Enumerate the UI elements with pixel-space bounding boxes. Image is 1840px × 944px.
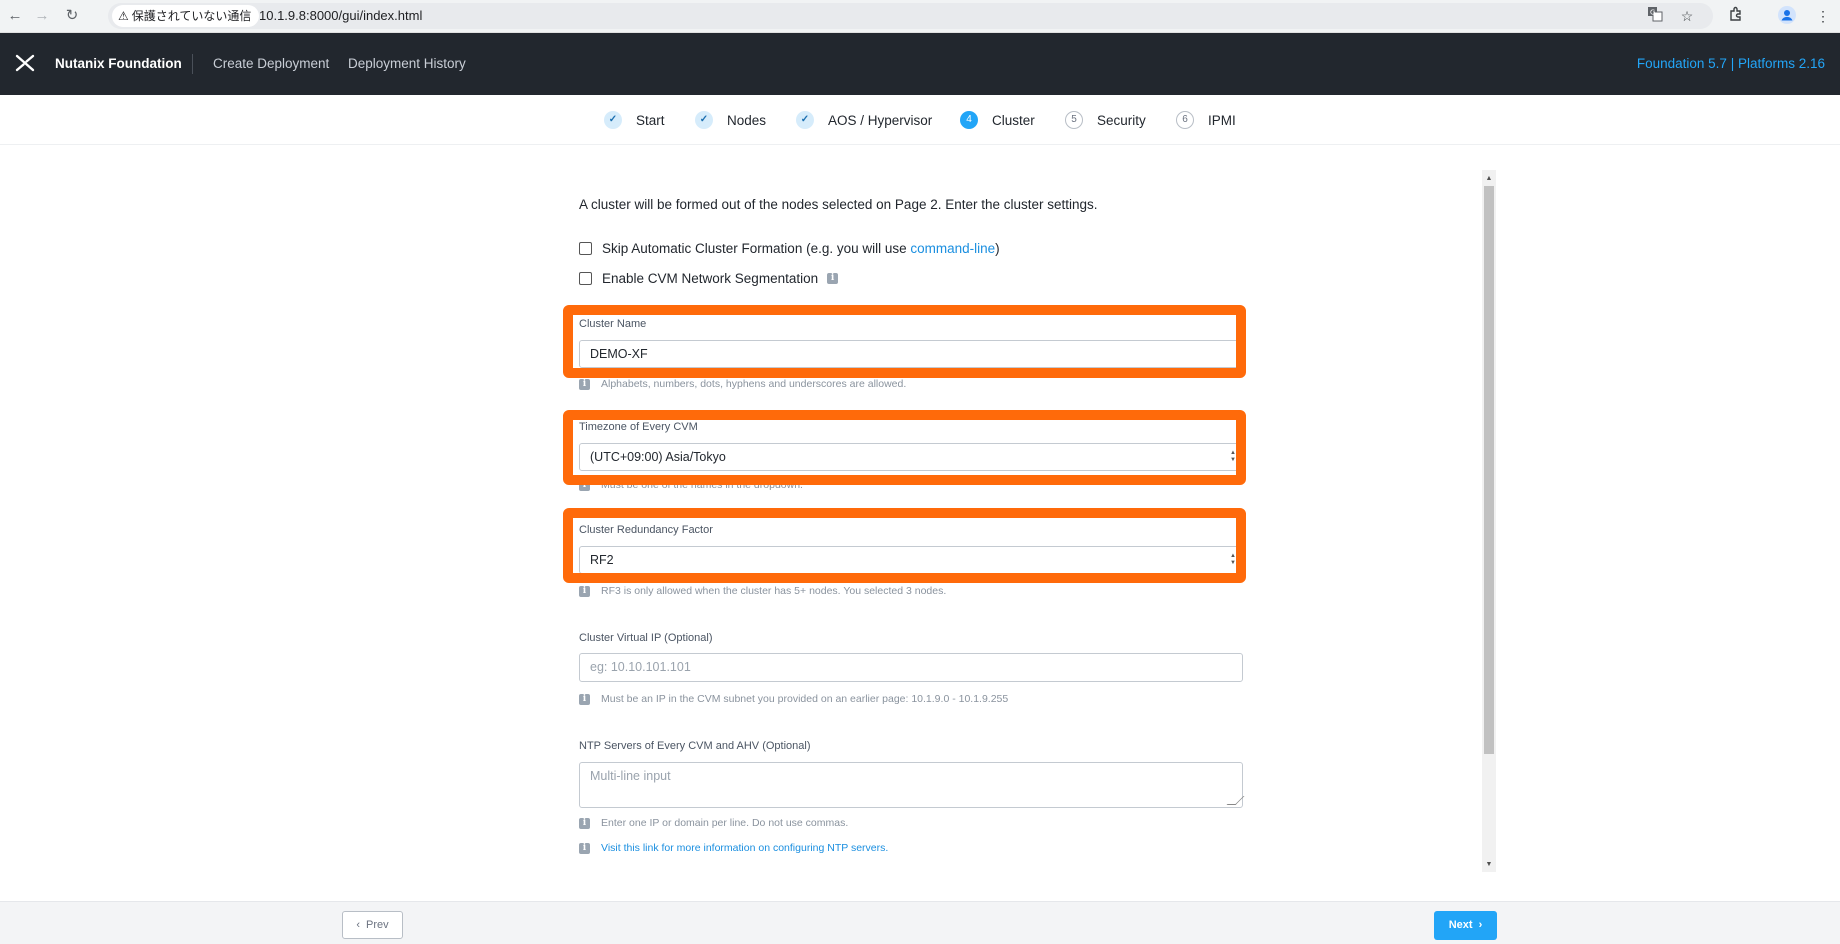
resize-grip-icon[interactable] — [1226, 796, 1245, 805]
warning-icon: ⚠ — [118, 9, 129, 23]
step-label: IPMI — [1208, 112, 1236, 128]
highlight-timezone — [563, 410, 1246, 485]
step-nodes[interactable]: ✓ Nodes — [695, 110, 766, 130]
back-icon[interactable]: ← — [5, 6, 25, 26]
step-aos-hypervisor[interactable]: ✓ AOS / Hypervisor — [796, 110, 932, 130]
step-label: Start — [636, 112, 665, 128]
step-start[interactable]: ✓ Start — [604, 110, 665, 130]
cluster-name-help: i Alphabets, numbers, dots, hyphens and u… — [579, 378, 906, 390]
cvm-segmentation-checkbox[interactable] — [579, 271, 592, 285]
security-indicator[interactable]: ⚠ 保護されていない通信 — [112, 5, 260, 27]
cvm-segmentation-label: Enable CVM Network Segmentation — [602, 270, 819, 286]
step-number: 6 — [1176, 111, 1194, 129]
chevron-right-icon: › — [1478, 919, 1483, 931]
step-check-icon: ✓ — [796, 111, 814, 129]
wizard-stepper: ✓ Start ✓ Nodes ✓ AOS / Hypervisor 4 Clu… — [0, 95, 1840, 145]
version-info: Foundation 5.7 | Platforms 2.16 — [1636, 56, 1825, 71]
skip-cluster-checkbox[interactable] — [579, 241, 592, 255]
browser-menu-icon[interactable]: ⋮ — [1813, 6, 1833, 26]
skip-cluster-label: Skip Automatic Cluster Formation (e.g. y… — [602, 240, 1000, 256]
extensions-icon[interactable] — [1726, 6, 1746, 26]
nutanix-logo-icon — [15, 54, 35, 72]
wizard-footer: ‹ Prev Next › — [0, 901, 1840, 944]
command-line-link[interactable]: command-line — [910, 241, 995, 256]
step-cluster[interactable]: 4 Cluster — [960, 110, 1035, 130]
redundancy-help: i RF3 is only allowed when the cluster ha… — [579, 585, 946, 597]
intro-text: A cluster will be formed out of the node… — [579, 197, 1098, 212]
scroll-down-icon[interactable]: ▼ — [1482, 858, 1496, 872]
reload-icon[interactable]: ↻ — [62, 6, 82, 26]
skip-cluster-row: Skip Automatic Cluster Formation (e.g. y… — [579, 239, 1000, 257]
virtual-ip-help: i Must be an IP in the CVM subnet you pro… — [579, 693, 1008, 705]
info-icon: i — [579, 842, 590, 854]
info-icon: i — [579, 693, 590, 705]
browser-toolbar: ← → ↻ ⚠ 保護されていない通信 10.1.9.8:8000/gui/inde… — [0, 0, 1840, 33]
ntp-info-link[interactable]: i Visit this link for more information on… — [579, 842, 888, 854]
info-icon: i — [579, 378, 590, 390]
virtual-ip-input[interactable]: eg: 10.10.101.101 — [579, 653, 1243, 682]
info-icon: i — [579, 817, 590, 829]
virtual-ip-label: Cluster Virtual IP (Optional) — [579, 632, 713, 644]
step-label: Nodes — [727, 112, 767, 128]
app-header: Nutanix Foundation Create Deployment Dep… — [0, 33, 1840, 95]
url-text: 10.1.9.8:8000/gui/index.html — [259, 8, 423, 23]
scrollbar-thumb[interactable] — [1484, 186, 1494, 754]
nav-deployment-history[interactable]: Deployment History — [348, 33, 466, 95]
ntp-textarea[interactable]: Multi-line input — [579, 762, 1245, 808]
translate-icon[interactable]: G — [1645, 6, 1665, 26]
step-security[interactable]: 5 Security — [1065, 110, 1146, 130]
ntp-label: NTP Servers of Every CVM and AHV (Option… — [579, 740, 811, 752]
profile-avatar-icon[interactable] — [1777, 6, 1797, 26]
info-icon[interactable]: i — [827, 272, 839, 284]
svg-text:G: G — [1650, 9, 1655, 17]
cvm-segmentation-row: Enable CVM Network Segmentation i — [579, 269, 839, 287]
address-bar[interactable]: ⚠ 保護されていない通信 10.1.9.8:8000/gui/index.html — [108, 3, 1713, 29]
ntp-help: i Enter one IP or domain per line. Do not… — [579, 817, 848, 829]
next-button[interactable]: Next › — [1434, 911, 1497, 940]
info-icon: i — [579, 585, 590, 597]
highlight-redundancy — [563, 508, 1246, 583]
step-number: 4 — [960, 111, 978, 129]
step-check-icon: ✓ — [604, 111, 622, 129]
step-number: 5 — [1065, 111, 1083, 129]
chevron-left-icon: ‹ — [356, 919, 361, 931]
scroll-up-icon[interactable]: ▲ — [1482, 172, 1496, 186]
bookmark-star-icon[interactable]: ☆ — [1677, 6, 1697, 26]
nav-create-deployment[interactable]: Create Deployment — [213, 33, 329, 95]
step-check-icon: ✓ — [695, 111, 713, 129]
prev-button[interactable]: ‹ Prev — [342, 911, 403, 939]
step-label: Security — [1097, 112, 1146, 128]
highlight-cluster-name — [563, 305, 1246, 378]
step-label: AOS / Hypervisor — [828, 112, 933, 128]
step-ipmi[interactable]: 6 IPMI — [1176, 110, 1236, 130]
brand-title: Nutanix Foundation — [55, 56, 182, 71]
step-label: Cluster — [992, 112, 1035, 128]
header-divider — [192, 54, 193, 74]
forward-icon[interactable]: → — [32, 6, 52, 26]
